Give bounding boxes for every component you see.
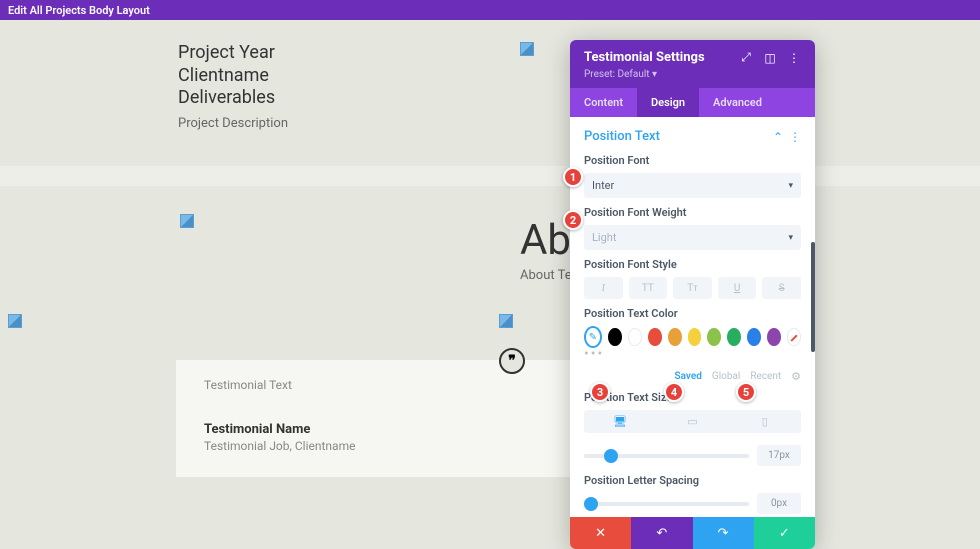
top-bar: Edit All Projects Body Layout <box>0 0 980 20</box>
style-smallcaps-button[interactable]: Tᴛ <box>673 277 712 299</box>
cancel-button[interactable]: ✕ <box>570 517 631 549</box>
panel-header: Testimonial Settings ⤢ ◫ ⋮ Preset: Defau… <box>570 40 815 88</box>
annotation-badge-3: 3 <box>590 382 610 402</box>
image-placeholder-icon <box>520 42 534 56</box>
panel-tabs: Content Design Advanced <box>570 88 815 117</box>
menu-icon[interactable]: ⋮ <box>787 51 801 65</box>
palette-tab-recent[interactable]: Recent <box>750 371 781 382</box>
palette-tab-saved[interactable]: Saved <box>675 371 702 382</box>
close-icon: ✕ <box>595 526 606 541</box>
image-placeholder-icon <box>499 314 513 328</box>
letter-spacing-value[interactable]: 0px <box>757 493 801 514</box>
label-position-style: Position Font Style <box>584 258 801 271</box>
palette-tab-global[interactable]: Global <box>712 371 740 382</box>
tab-design[interactable]: Design <box>637 88 699 117</box>
color-swatch-none[interactable] <box>787 328 801 346</box>
snap-icon[interactable]: ◫ <box>763 51 777 65</box>
scrollbar[interactable] <box>811 242 815 352</box>
device-tablet-tab[interactable]: ▭ <box>656 410 728 433</box>
color-swatch-purple[interactable] <box>767 328 781 346</box>
color-swatches: ✎ <box>584 326 801 348</box>
device-phone-tab[interactable]: ▯ <box>729 410 801 433</box>
annotation-badge-1: 1 <box>563 167 583 187</box>
device-desktop-tab[interactable]: 🖥 <box>584 410 656 433</box>
section-label: Position Text <box>584 129 660 144</box>
redo-button[interactable]: ↷ <box>693 517 754 549</box>
tab-content[interactable]: Content <box>570 88 637 117</box>
quote-icon: ❞ <box>499 348 525 374</box>
color-swatch-orange[interactable] <box>668 328 682 346</box>
undo-button[interactable]: ↶ <box>631 517 692 549</box>
select-position-weight[interactable]: Light ▾ <box>584 225 801 250</box>
style-italic-button[interactable]: I <box>584 277 623 299</box>
gear-icon[interactable]: ⚙ <box>791 370 801 383</box>
color-swatch-white[interactable] <box>628 328 642 346</box>
caret-icon: ▾ <box>788 233 793 243</box>
label-letter-spacing: Position Letter Spacing <box>584 474 801 487</box>
phone-icon: ▯ <box>762 415 768 428</box>
color-swatch-blue[interactable] <box>747 328 761 346</box>
preset-dropdown[interactable]: Preset: Default ▾ <box>584 69 801 80</box>
image-placeholder-icon <box>180 214 194 228</box>
project-client: Clientname <box>178 65 288 88</box>
chevron-up-icon: ⌃ <box>773 130 783 144</box>
expand-icon[interactable]: ⤢ <box>739 51 753 65</box>
tablet-icon: ▭ <box>687 415 697 428</box>
label-position-color: Position Text Color <box>584 307 801 320</box>
style-strike-button[interactable]: S <box>762 277 801 299</box>
section-divider <box>0 166 980 186</box>
text-size-value[interactable]: 17px <box>757 445 801 466</box>
select-value: Inter <box>592 179 614 192</box>
project-deliverables: Deliverables <box>178 87 288 110</box>
annotation-badge-2: 2 <box>563 210 583 230</box>
annotation-badge-4: 4 <box>664 382 684 402</box>
color-swatch-lime[interactable] <box>707 328 721 346</box>
redo-icon: ↷ <box>718 526 729 541</box>
check-icon: ✓ <box>779 526 790 541</box>
save-button[interactable]: ✓ <box>754 517 815 549</box>
font-style-buttons: I TT Tᴛ U S <box>584 277 801 299</box>
color-swatch-black[interactable] <box>608 328 622 346</box>
color-swatch-yellow[interactable] <box>688 328 702 346</box>
style-uppercase-button[interactable]: TT <box>629 277 668 299</box>
more-colors-icon[interactable]: ••• <box>584 346 801 362</box>
panel-title: Testimonial Settings <box>584 50 705 65</box>
tab-advanced[interactable]: Advanced <box>699 88 776 117</box>
section-position-text[interactable]: Position Text ⌃ ⋮ <box>584 129 801 144</box>
panel-body: Position Text ⌃ ⋮ Position Font Inter ▾ P… <box>570 117 815 517</box>
canvas: Project Year Clientname Deliverables Pro… <box>0 20 980 521</box>
label-position-weight: Position Font Weight <box>584 206 801 219</box>
settings-panel: Testimonial Settings ⤢ ◫ ⋮ Preset: Defau… <box>570 40 815 549</box>
annotation-badge-5: 5 <box>736 382 756 402</box>
responsive-device-tabs: 🖥 ▭ ▯ <box>584 410 801 433</box>
color-swatch-green[interactable] <box>727 328 741 346</box>
project-description: Project Description <box>178 116 288 131</box>
undo-icon: ↶ <box>656 526 667 541</box>
color-swatch-red[interactable] <box>648 328 662 346</box>
image-placeholder-icon <box>8 314 22 328</box>
select-value: Light <box>592 231 616 244</box>
color-palette-tabs: Saved Global Recent ⚙ <box>584 370 801 383</box>
project-block: Project Year Clientname Deliverables Pro… <box>178 42 288 131</box>
select-position-font[interactable]: Inter ▾ <box>584 173 801 198</box>
project-year: Project Year <box>178 42 288 65</box>
letter-spacing-slider[interactable] <box>584 502 749 506</box>
text-size-slider[interactable] <box>584 454 749 458</box>
label-position-font: Position Font <box>584 154 801 167</box>
panel-footer: ✕ ↶ ↷ ✓ <box>570 517 815 549</box>
color-picker-button[interactable]: ✎ <box>584 326 602 348</box>
section-menu-icon[interactable]: ⋮ <box>789 130 801 144</box>
desktop-icon: 🖥 <box>613 415 627 428</box>
top-bar-title: Edit All Projects Body Layout <box>8 4 150 17</box>
style-underline-button[interactable]: U <box>718 277 757 299</box>
caret-icon: ▾ <box>788 181 793 191</box>
label-position-size: Position Text Size <box>584 391 801 404</box>
